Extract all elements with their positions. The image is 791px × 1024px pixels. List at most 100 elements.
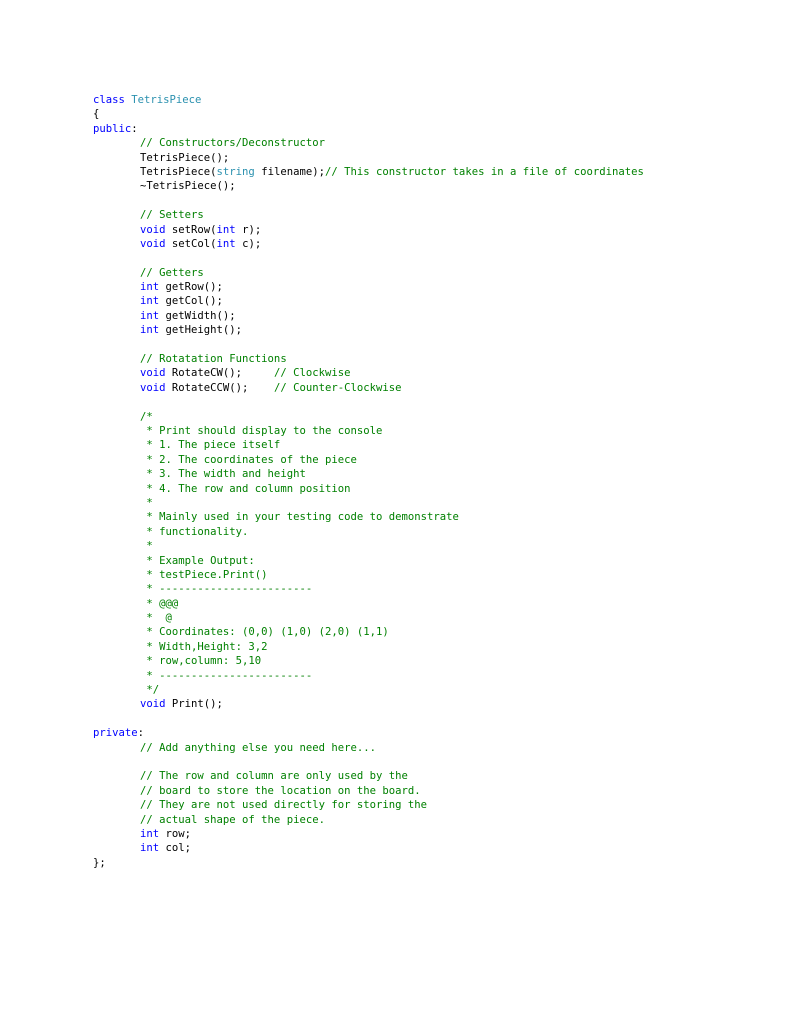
keyword-token: int bbox=[140, 281, 160, 294]
code-line: }; bbox=[93, 856, 644, 870]
keyword-token: void bbox=[140, 237, 166, 250]
code-line: * row,column: 5,10 bbox=[93, 654, 644, 668]
comment-token: * bbox=[140, 540, 153, 553]
code-line: * bbox=[93, 496, 644, 510]
code-token: RotateCCW(); bbox=[165, 381, 274, 394]
code-line: * bbox=[93, 539, 644, 553]
comment-token: * Width,Height: 3,2 bbox=[140, 640, 268, 653]
code-line: public: bbox=[93, 122, 644, 136]
comment-token: * Example Output: bbox=[140, 554, 255, 567]
code-line: TetrisPiece(); bbox=[93, 151, 644, 165]
keyword-token: void bbox=[140, 367, 166, 380]
code-line: TetrisPiece(string filename);// This con… bbox=[93, 165, 644, 179]
comment-token: // Counter-Clockwise bbox=[273, 381, 402, 394]
comment-token: * ------------------------ bbox=[140, 669, 313, 682]
comment-token: * Print should display to the console bbox=[140, 424, 383, 437]
comment-token: * @ bbox=[140, 612, 172, 625]
keyword-token: int bbox=[140, 295, 160, 308]
code-line: /* bbox=[93, 410, 644, 424]
code-token: r); bbox=[235, 223, 262, 236]
code-line: * Width,Height: 3,2 bbox=[93, 640, 644, 654]
code-line: // actual shape of the piece. bbox=[93, 813, 644, 827]
comment-token: // Getters bbox=[140, 266, 204, 279]
code-line: int getWidth(); bbox=[93, 309, 644, 323]
code-line: * 1. The piece itself bbox=[93, 438, 644, 452]
code-line: * ------------------------ bbox=[93, 669, 644, 683]
code-line: void RotateCCW(); // Counter-Clockwise bbox=[93, 381, 644, 395]
code-token: RotateCW(); bbox=[165, 367, 274, 380]
code-line: * @@@ bbox=[93, 597, 644, 611]
code-token: TetrisPiece(); bbox=[140, 151, 230, 164]
comment-token: // They are not used directly for storin… bbox=[140, 799, 428, 812]
comment-token: * functionality. bbox=[140, 525, 249, 538]
code-line: // The row and column are only used by t… bbox=[93, 769, 644, 783]
comment-token: // Constructors/Deconstructor bbox=[140, 137, 325, 150]
code-line: int getHeight(); bbox=[93, 323, 644, 337]
comment-token: // actual shape of the piece. bbox=[140, 813, 325, 826]
code-token: }; bbox=[93, 856, 106, 869]
keyword-token: int bbox=[140, 827, 160, 840]
comment-token: * 1. The piece itself bbox=[140, 439, 281, 452]
code-line: // Getters bbox=[93, 266, 644, 280]
code-line: * Print should display to the console bbox=[93, 424, 644, 438]
comment-token: // Setters bbox=[140, 209, 204, 222]
type-token: TetrisPiece bbox=[131, 94, 202, 106]
code-line: ~TetrisPiece(); bbox=[93, 179, 644, 193]
code-token: c); bbox=[235, 237, 262, 250]
comment-token: */ bbox=[140, 684, 160, 697]
comment-token: * Mainly used in your testing code to de… bbox=[140, 511, 459, 524]
comment-token: * 3. The width and height bbox=[140, 468, 306, 481]
comment-token: // Clockwise bbox=[273, 367, 351, 380]
keyword-token: int bbox=[140, 324, 160, 337]
code-line: void setRow(int r); bbox=[93, 223, 644, 237]
code-line: // Constructors/Deconstructor bbox=[93, 136, 644, 150]
code-token: TetrisPiece( bbox=[140, 165, 217, 178]
comment-token: // board to store the location on the bo… bbox=[140, 784, 421, 797]
code-token: getHeight(); bbox=[159, 324, 243, 337]
code-line: int row; bbox=[93, 827, 644, 841]
code-line: int getCol(); bbox=[93, 294, 644, 308]
keyword-token: public bbox=[93, 122, 132, 135]
code-token: col; bbox=[159, 842, 192, 855]
code-line: // Setters bbox=[93, 208, 644, 222]
comment-token: * row,column: 5,10 bbox=[140, 655, 262, 668]
comment-token: // The row and column are only used by t… bbox=[140, 770, 408, 783]
code-line: * 2. The coordinates of the piece bbox=[93, 453, 644, 467]
keyword-token: void bbox=[140, 381, 166, 394]
keyword-token: private bbox=[93, 727, 138, 740]
keyword-token: int bbox=[216, 223, 236, 236]
comment-token: // Rotatation Functions bbox=[140, 353, 287, 366]
code-block: class TetrisPiece{public:// Constructors… bbox=[93, 93, 644, 870]
comment-token: * testPiece.Print() bbox=[140, 568, 268, 581]
code-line: * Mainly used in your testing code to de… bbox=[93, 510, 644, 524]
code-line: int getRow(); bbox=[93, 280, 644, 294]
code-line: int col; bbox=[93, 841, 644, 855]
keyword-token: class bbox=[93, 94, 132, 106]
code-line: // Rotatation Functions bbox=[93, 352, 644, 366]
code-line: * Example Output: bbox=[93, 554, 644, 568]
keyword-token: void bbox=[140, 698, 166, 711]
code-line: { bbox=[93, 107, 644, 121]
type-token: string bbox=[216, 165, 255, 178]
comment-token: * ------------------------ bbox=[140, 583, 313, 596]
comment-token: * @@@ bbox=[140, 597, 179, 610]
code-token: Print(); bbox=[165, 698, 223, 711]
code-token: getCol(); bbox=[159, 295, 223, 308]
keyword-token: int bbox=[140, 842, 160, 855]
code-line: // Add anything else you need here... bbox=[93, 741, 644, 755]
comment-token: * 4. The row and column position bbox=[140, 482, 351, 495]
code-line: * ------------------------ bbox=[93, 582, 644, 596]
code-token: getWidth(); bbox=[159, 309, 236, 322]
comment-token: /* bbox=[140, 410, 153, 423]
code-line: * 3. The width and height bbox=[93, 467, 644, 481]
code-line: void Print(); bbox=[93, 697, 644, 711]
comment-token: * 2. The coordinates of the piece bbox=[140, 453, 357, 466]
code-line: * Coordinates: (0,0) (1,0) (2,0) (1,1) bbox=[93, 625, 644, 639]
comment-token: // Add anything else you need here... bbox=[140, 741, 376, 754]
